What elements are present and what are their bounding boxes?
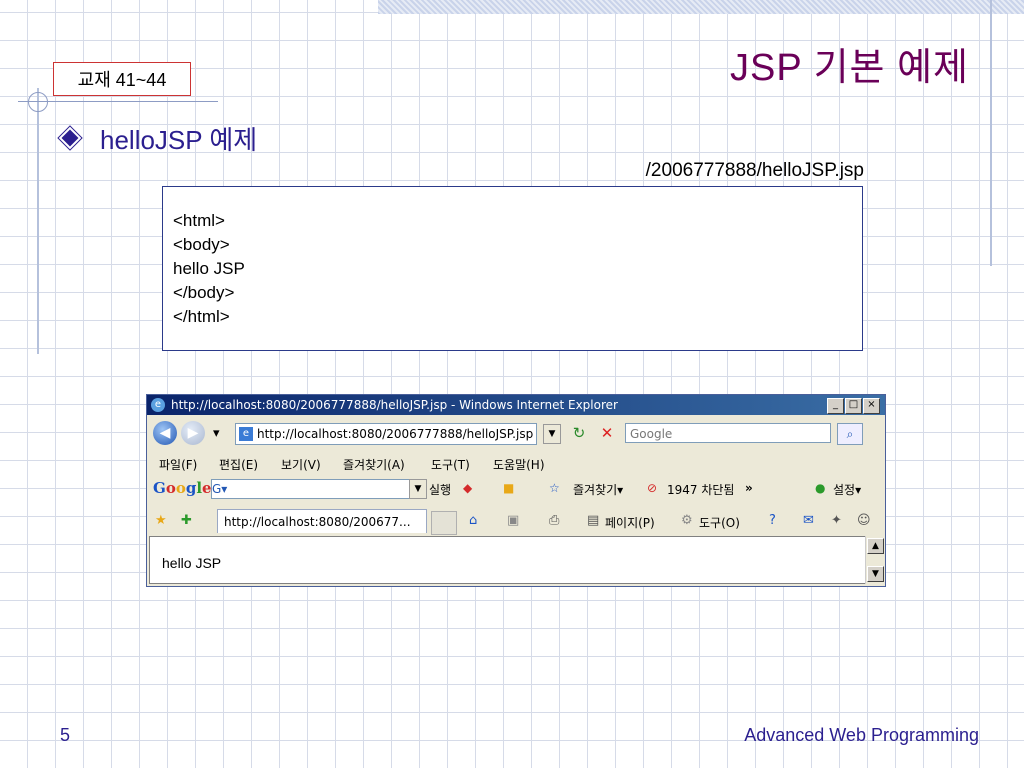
ie-logo-icon: e (151, 398, 165, 412)
back-button[interactable]: ◀ (153, 421, 177, 445)
scroll-down-button[interactable]: ▼ (867, 566, 884, 582)
minimize-button[interactable]: _ (827, 398, 844, 414)
google-search-input[interactable]: G▾ (211, 479, 427, 499)
decor-vertical-line-left (37, 88, 39, 354)
page-content-area: hello JSP (149, 536, 867, 584)
page-number: 5 (60, 725, 71, 745)
feeds-icon[interactable]: ▣ (507, 513, 519, 528)
code-line: </body> (173, 283, 235, 302)
forward-button[interactable]: ▶ (181, 421, 205, 445)
google-toolbar: Google G▾ ▼ 실행 ◆ ■ ☆ 즐겨찾기▾ ⊘ 1947 차단됨 » … (147, 475, 885, 501)
menu-tools[interactable]: 도구(T) (431, 456, 470, 473)
address-bar[interactable]: e http://localhost:8080/2006777888/helloJ… (235, 423, 537, 445)
menu-bar: 파일(F) 편집(E) 보기(V) 즐겨찾기(A) 도구(T) 도움말(H) (147, 453, 885, 473)
close-button[interactable]: × (863, 398, 880, 414)
add-favorite-icon[interactable]: ✚ (181, 513, 192, 528)
window-title-bar: e http://localhost:8080/2006777888/hello… (147, 395, 885, 415)
menu-edit[interactable]: 편집(E) (219, 456, 258, 473)
code-line: </html> (173, 307, 230, 326)
decor-circle (28, 92, 48, 112)
settings-button[interactable]: 설정▾ (833, 481, 861, 498)
window-title: http://localhost:8080/2006777888/helloJS… (171, 398, 618, 412)
slide-title: JSP 기본 예제 (730, 47, 969, 89)
search-input[interactable]: Google (625, 423, 831, 443)
green-dot-icon: ● (815, 481, 826, 495)
code-line: <body> (173, 235, 230, 254)
textbook-reference: 교재 41~44 (53, 62, 191, 96)
footer-course: Advanced Web Programming (744, 725, 979, 745)
home-icon[interactable]: ⌂ (469, 513, 477, 528)
google-favorites-button[interactable]: 즐겨찾기▾ (573, 481, 623, 498)
refresh-icon[interactable]: ↻ (569, 423, 589, 443)
tools-menu[interactable]: 도구(O) (699, 514, 740, 531)
menu-favorites[interactable]: 즐겨찾기(A) (343, 456, 405, 473)
stop-icon[interactable]: ✕ (597, 423, 617, 443)
new-tab-button[interactable] (431, 511, 457, 535)
page-icon: e (239, 427, 253, 441)
bullet-text: helloJSP 예제 (100, 125, 258, 155)
code-box: <html> <body> hello JSP </body> </html> (162, 186, 863, 351)
menu-view[interactable]: 보기(V) (281, 456, 321, 473)
vertical-scrollbar[interactable]: ▲ ▼ (865, 536, 884, 584)
maximize-button[interactable]: □ (845, 398, 862, 414)
popup-blocked-count[interactable]: 1947 차단됨 (667, 481, 734, 498)
decor-vertical-line-right (990, 0, 992, 266)
history-dropdown-icon[interactable]: ▾ (213, 426, 220, 441)
file-path: /2006777888/helloJSP.jsp (645, 160, 864, 181)
popup-blocker-icon: ⊘ (647, 481, 658, 495)
page-menu[interactable]: 페이지(P) (605, 514, 655, 531)
messenger-icon[interactable]: ✉ (803, 513, 814, 528)
address-dropdown-button[interactable]: ▼ (543, 424, 561, 444)
tab-label: http://localhost:8080/200677... (224, 515, 411, 529)
decor-horizontal-line (18, 101, 218, 102)
print-icon[interactable]: ⎙ (549, 513, 559, 528)
page-icon: ▤ (587, 513, 600, 528)
code-line: hello JSP (173, 259, 245, 278)
ie-browser-window: e http://localhost:8080/2006777888/hello… (146, 394, 886, 587)
menu-help[interactable]: 도움말(H) (493, 456, 545, 473)
diamond-bullet-icon (58, 126, 82, 150)
popup-icon[interactable]: ◆ (463, 481, 472, 495)
more-chevron-icon[interactable]: » (745, 481, 753, 495)
research-icon[interactable]: ✦ (831, 513, 842, 528)
top-decor-band (378, 0, 1024, 14)
favorites-star-icon[interactable]: ★ (155, 513, 167, 528)
page-content-text: hello JSP (162, 555, 222, 571)
address-text: http://localhost:8080/2006777888/helloJS… (257, 427, 534, 441)
browser-tab[interactable]: http://localhost:8080/200677... (217, 509, 427, 533)
run-button[interactable]: 실행 (429, 481, 451, 498)
scroll-up-button[interactable]: ▲ (867, 538, 884, 554)
star-icon[interactable]: ☆ (549, 481, 560, 495)
navigation-bar: ◀ ▶ ▾ e http://localhost:8080/2006777888/… (147, 417, 885, 449)
google-dropdown-button[interactable]: ▼ (409, 479, 427, 499)
search-button[interactable]: ⌕ (837, 423, 863, 445)
tab-bar: ★ ✚ http://localhost:8080/200677... ⌂ ▣ … (147, 505, 885, 535)
google-logo: Google (153, 479, 212, 497)
code-line: <html> (173, 211, 225, 230)
bookmark-icon[interactable]: ■ (503, 481, 514, 495)
tools-gear-icon: ⚙ (681, 513, 693, 528)
help-icon[interactable]: ? (769, 513, 776, 528)
user-icon[interactable]: ☺ (857, 513, 871, 528)
menu-file[interactable]: 파일(F) (159, 456, 197, 473)
